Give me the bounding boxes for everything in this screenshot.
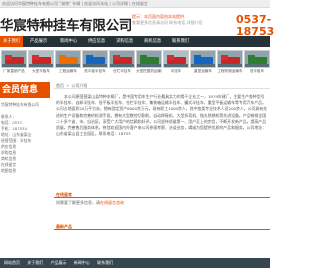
breadcrumb-separator: > [66, 83, 70, 88]
product-image[interactable] [28, 50, 54, 68]
product-item[interactable]: 重型运输车 [190, 50, 216, 74]
message-prompt: 如需要了解更多信息，请在线留言咨询 [54, 200, 270, 206]
product-item[interactable]: 工程机械运输车 [217, 50, 243, 74]
footer-link-home[interactable]: 网站首页 [4, 260, 20, 265]
product-label[interactable]: 重型运输车 [190, 69, 216, 74]
message-text: 如需要了解更多信息，请 [56, 200, 100, 205]
product-label[interactable]: 厂家直销产品 [1, 69, 27, 74]
breadcrumb-home[interactable]: 首页 [56, 83, 64, 88]
product-label[interactable]: 大型平板车 [28, 69, 54, 74]
sidebar-title: 会员信息 [0, 82, 50, 98]
product-item[interactable]: 大型挖掘机运输车 [136, 50, 162, 74]
product-image[interactable] [244, 50, 270, 68]
product-image[interactable] [82, 50, 108, 68]
member-sidebar: 会员信息 华宸特种挂车有限公司 联系人： 电话：0537- 手机：187534 … [0, 82, 50, 256]
product-label[interactable]: 低平板半挂车 [82, 69, 108, 74]
footer-link-contact[interactable]: 联系我们 [97, 260, 113, 265]
product-label[interactable]: 半挂车 [163, 69, 189, 74]
latest-products-title: 最新产品 [54, 224, 270, 230]
product-strip: 厂家直销产品 大型平板车 工程运输车 低平板半挂车 仓栏半挂车 大型挖掘机运输车… [0, 50, 270, 78]
company-intro-text: 本公司原国营梁山县特种车辆厂，是中国专用车生产行业最具实力的骨干企业之一，197… [56, 94, 268, 137]
product-image[interactable] [217, 50, 243, 68]
product-item[interactable]: 厂家直销产品 [1, 50, 27, 74]
product-image[interactable] [190, 50, 216, 68]
tip-title: 提示： [132, 14, 144, 19]
footer-link-news[interactable]: 新闻中心 [74, 260, 90, 265]
product-image[interactable] [109, 50, 135, 68]
message-section-title: 在线留言 [54, 192, 270, 198]
product-label[interactable]: 仓栏半挂车 [109, 69, 135, 74]
footer-link-products[interactable]: 产品展示 [51, 260, 67, 265]
footer: 网站首页 关于我们 产品展示 新闻中心 联系我们 [0, 258, 270, 268]
product-label[interactable]: 大型挖掘机运输车 [136, 69, 162, 74]
phone-number: 0537- 18753 [236, 14, 274, 38]
product-item[interactable]: 仓栏半挂车 [109, 50, 135, 74]
product-item[interactable]: 低平板车 [244, 50, 270, 74]
product-item[interactable]: 大型平板车 [28, 50, 54, 74]
site-name[interactable]: 华宸特种挂车有限公司 [0, 14, 132, 34]
footer-links: 网站首页 关于我们 产品展示 新闻中心 联系我们 [4, 260, 119, 266]
nav-item-supply[interactable]: 供应信息 [88, 36, 105, 47]
header-tip: 提示：本页面内容由本站提供 查看更多信息请访问 联系电话 详细介绍 [132, 14, 224, 25]
product-label[interactable]: 工程运输车 [55, 69, 81, 74]
top-bar: 欢迎访问华宸特种挂车有限公司 "湖南" 车辆 | 欢迎访问本站 | 公司详情 |… [0, 0, 270, 8]
nav-item-business[interactable]: 商机信息 [144, 36, 161, 47]
sidebar-link-map[interactable]: 地图信息 [1, 168, 49, 174]
sidebar-body: 华宸特种挂车有限公司 联系人： 电话：0537- 手机：187534 地址：山东… [0, 98, 50, 178]
main-nav: 关于我们 产品展示 新闻中心 供应信息 求购信息 商机信息 联系我们 [0, 36, 270, 47]
product-label[interactable]: 低平板车 [244, 69, 270, 74]
tip-highlight[interactable]: 本页面内容由本站提供 [144, 14, 184, 19]
main-content: 首页 > 公司介绍 本公司原国营梁山县特种车辆厂，是中国专用车生产行业最具实力的骨干… [54, 82, 270, 197]
nav-item-demand[interactable]: 求购信息 [116, 36, 133, 47]
footer-link-about[interactable]: 关于我们 [27, 260, 43, 265]
header: 华宸特种挂车有限公司 提示：本页面内容由本站提供 查看更多信息请访问 联系电话 … [0, 8, 274, 38]
welcome-text: 欢迎访问华宸特种挂车有限公司 "湖南" 车辆 | 欢迎访问本站 | 公司详情 |… [2, 1, 148, 6]
product-image[interactable] [55, 50, 81, 68]
product-image[interactable] [136, 50, 162, 68]
message-link[interactable]: 在线留言咨询 [100, 200, 124, 205]
breadcrumb: 首页 > 公司介绍 [54, 82, 270, 89]
product-image[interactable] [163, 50, 189, 68]
breadcrumb-current: 公司介绍 [71, 83, 88, 88]
product-item[interactable]: 工程运输车 [55, 50, 81, 74]
product-label[interactable]: 工程机械运输车 [217, 69, 243, 74]
tip-line2: 查看更多信息请访问 联系电话 详细介绍 [132, 19, 203, 25]
nav-item-about[interactable]: 关于我们 [0, 36, 24, 47]
nav-item-contact[interactable]: 联系我们 [172, 36, 189, 47]
product-image[interactable] [1, 50, 27, 68]
product-item[interactable]: 半挂车 [163, 50, 189, 74]
product-item[interactable]: 低平板半挂车 [82, 50, 108, 74]
nav-item-products[interactable]: 产品展示 [30, 36, 47, 47]
nav-item-news[interactable]: 新闻中心 [60, 36, 77, 47]
